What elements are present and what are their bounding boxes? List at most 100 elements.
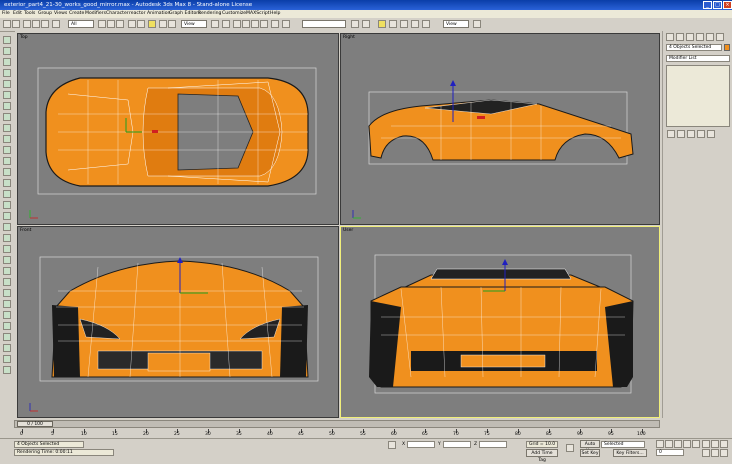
modify-tab-icon[interactable] [676,33,684,41]
menu-create[interactable]: Create [69,11,84,16]
menu-edit[interactable]: Edit [13,11,22,16]
configure-modifier-sets-icon[interactable] [707,130,715,138]
menu-graph-editors[interactable]: Graph Editors [169,11,201,16]
select-scale-icon[interactable] [168,20,176,28]
y-coordinate-field[interactable] [443,441,471,448]
add-time-tag-button[interactable]: Add Time Tag [526,449,558,463]
tool-icon-18[interactable] [3,223,11,231]
minimize-button[interactable]: _ [703,1,712,9]
pivot-center-icon[interactable] [211,20,219,28]
select-icon[interactable] [52,20,60,28]
modifier-stack-list[interactable] [666,65,730,127]
viewport-top[interactable]: Top [17,33,339,225]
select-move-active-icon[interactable] [148,20,156,28]
quick-render-icon[interactable] [473,20,481,28]
set-key-button[interactable]: Set Key [580,449,600,457]
tool-icon-5[interactable] [3,80,11,88]
snap-toggle-icon[interactable] [233,20,241,28]
tool-icon-3[interactable] [3,58,11,66]
menu-character[interactable]: Character [106,11,129,16]
spinner-snap-icon[interactable] [260,20,268,28]
undo-icon[interactable] [3,20,11,28]
tool-icon-19[interactable] [3,234,11,242]
key-filters-button[interactable]: Key Filters... [613,449,647,457]
tool-icon-7[interactable] [3,102,11,110]
manipulate-icon[interactable] [222,20,230,28]
link-icon[interactable] [23,20,31,28]
menu-group[interactable]: Group [38,11,52,16]
menu-maxscript[interactable]: MAXScript [246,11,270,16]
z-coordinate-field[interactable] [479,441,507,448]
pin-stack-icon[interactable] [667,130,675,138]
tool-icon-12[interactable] [3,157,11,165]
viewport-user[interactable]: User [340,226,660,418]
utilities-tab-icon[interactable] [716,33,724,41]
menu-file[interactable]: File [2,11,10,16]
tool-icon-4[interactable] [3,69,11,77]
render-frame-icon[interactable] [422,20,430,28]
schematic-view-icon[interactable] [389,20,397,28]
tool-icon-10[interactable] [3,135,11,143]
viewport-front[interactable]: Front [17,226,339,418]
tool-icon-27[interactable] [3,322,11,330]
menu-modifiers[interactable]: Modifiers [85,11,106,16]
tool-icon-23[interactable] [3,278,11,286]
go-to-start-icon[interactable] [656,440,664,448]
viewport-right[interactable]: Right [340,33,660,225]
menu-animation[interactable]: Animation [147,11,170,16]
tool-icon-26[interactable] [3,311,11,319]
window-crossing-icon[interactable] [116,20,124,28]
tool-icon-13[interactable] [3,168,11,176]
layer-manager-icon[interactable] [362,20,370,28]
pan-icon[interactable] [702,449,710,457]
go-to-end-icon[interactable] [692,440,700,448]
tool-icon-30[interactable] [3,355,11,363]
tool-icon-20[interactable] [3,245,11,253]
unlink-icon[interactable] [32,20,40,28]
time-slider[interactable]: 0 / 100 [14,420,660,428]
maximize-viewport-icon[interactable] [720,449,728,457]
render-setup-icon[interactable] [411,20,419,28]
selection-filter-dropdown[interactable]: All [68,20,94,28]
tool-icon-11[interactable] [3,146,11,154]
tool-icon-29[interactable] [3,344,11,352]
remove-modifier-icon[interactable] [697,130,705,138]
tool-icon-2[interactable] [3,47,11,55]
select-by-name-icon[interactable] [98,20,106,28]
menu-tools[interactable]: Tools [24,11,35,16]
edit-named-selection-icon[interactable] [271,20,279,28]
redo-icon[interactable] [12,20,20,28]
select-rotate-icon[interactable] [137,20,145,28]
x-coordinate-field[interactable] [407,441,435,448]
select-rotate-icon-2[interactable] [159,20,167,28]
percent-snap-icon[interactable] [251,20,259,28]
display-tab-icon[interactable] [706,33,714,41]
render-view-dropdown[interactable]: View [443,20,469,28]
tool-icon-31[interactable] [3,366,11,374]
tool-icon-21[interactable] [3,256,11,264]
zoom-all-icon[interactable] [711,440,719,448]
tool-icon-24[interactable] [3,289,11,297]
angle-snap-icon[interactable] [242,20,250,28]
mirror-icon[interactable] [282,20,290,28]
tool-icon-22[interactable] [3,267,11,275]
tool-icon-17[interactable] [3,212,11,220]
zoom-extents-icon[interactable] [720,440,728,448]
region-select-icon[interactable] [107,20,115,28]
tool-icon-14[interactable] [3,179,11,187]
create-tab-icon[interactable] [666,33,674,41]
lock-selection-icon[interactable] [388,441,396,449]
tool-icon-1[interactable] [3,36,11,44]
tool-icon-6[interactable] [3,91,11,99]
curve-editor-icon[interactable] [378,20,386,28]
menu-customize[interactable]: Customize [222,11,246,16]
close-button[interactable]: × [723,1,732,9]
tool-icon-8[interactable] [3,113,11,121]
current-frame-field[interactable]: 0 [656,449,684,456]
next-frame-icon[interactable] [683,440,691,448]
align-icon[interactable] [351,20,359,28]
bind-space-warp-icon[interactable] [41,20,49,28]
menu-rendering[interactable]: Rendering [198,11,221,16]
modifier-list-dropdown[interactable]: Modifier List [666,55,730,62]
arc-rotate-icon[interactable] [711,449,719,457]
